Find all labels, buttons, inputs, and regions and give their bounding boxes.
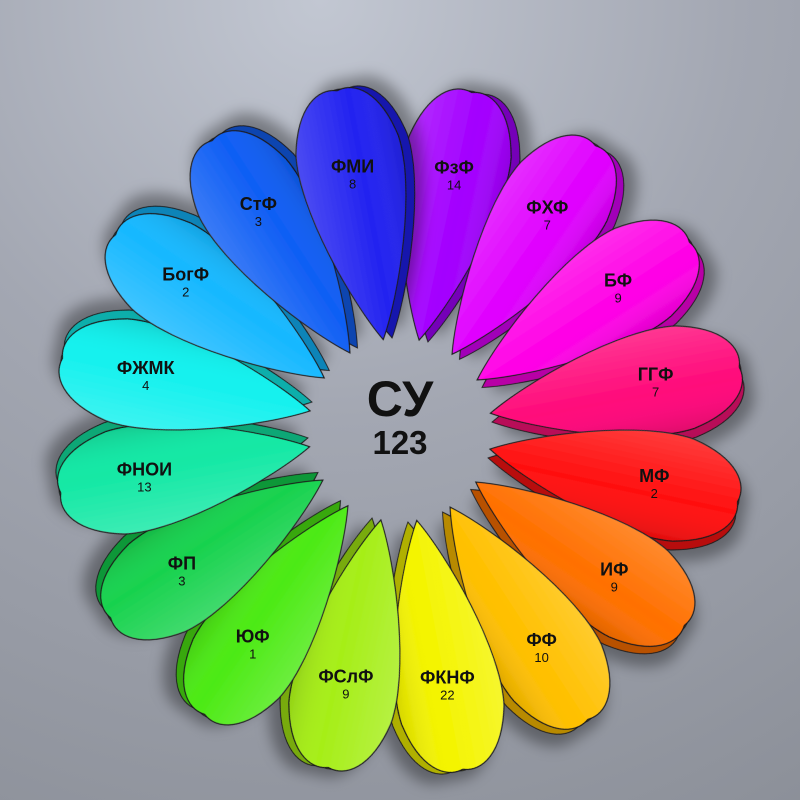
petal-count-label: 1	[249, 646, 256, 661]
petal-name-label: БогФ	[162, 265, 209, 285]
petal-name-label: ИФ	[600, 559, 628, 579]
petal-wheel: ФзФ14ФХФ7БФ9ГГФ7МФ2ИФ9ФФ10ФКНФ22ФСлФ9ЮФ1…	[55, 85, 745, 775]
petal-count-label: 9	[342, 686, 349, 701]
petal-name-label: ФХФ	[526, 198, 568, 218]
petal-name-label: ФКНФ	[420, 668, 475, 688]
petal-count-label: 3	[178, 574, 185, 589]
petal-count-label: 7	[652, 385, 659, 400]
petal-name-label: МФ	[639, 466, 669, 486]
petal-name-label: СтФ	[240, 194, 277, 214]
petal-name-label: ГГФ	[638, 365, 674, 385]
center-total: 123	[372, 424, 427, 461]
diagram-canvas: ФзФ 14 ФХФ 7 БФ 9 ГГФ 7 МФ 2 ИФ 9 ФФ 10 ФКНФ 22 ФСлФ 9 ЮФ 1…	[0, 0, 800, 800]
petal-count-label: 8	[349, 176, 356, 191]
petal-count-label: 10	[534, 650, 548, 665]
petal-count-label: 14	[447, 178, 461, 193]
petal-count-label: 3	[255, 214, 262, 229]
petal-count-label: 2	[182, 285, 189, 300]
petal-count-label: 4	[142, 378, 149, 393]
petal-name-label: ФСлФ	[318, 666, 373, 686]
petal-name-label: ЮФ	[236, 626, 270, 646]
petal-name-label: ФзФ	[434, 158, 474, 178]
petal-name-label: БФ	[604, 270, 632, 290]
petal-name-label: ФП	[168, 554, 196, 574]
petal-name-label: ФМИ	[331, 156, 374, 176]
center-title: СУ	[367, 371, 434, 427]
petal-count-label: 13	[137, 479, 151, 494]
petal-name-label: ФФ	[526, 630, 557, 650]
petal-count-label: 9	[611, 579, 618, 594]
petal-name-label: ФНОИ	[117, 459, 172, 479]
petal-name-label: ФЖМК	[117, 358, 176, 378]
petal-count-label: 22	[440, 688, 454, 703]
petal-count-label: 2	[651, 486, 658, 501]
petal-count-label: 7	[544, 218, 551, 233]
petal-count-label: 9	[614, 290, 621, 305]
